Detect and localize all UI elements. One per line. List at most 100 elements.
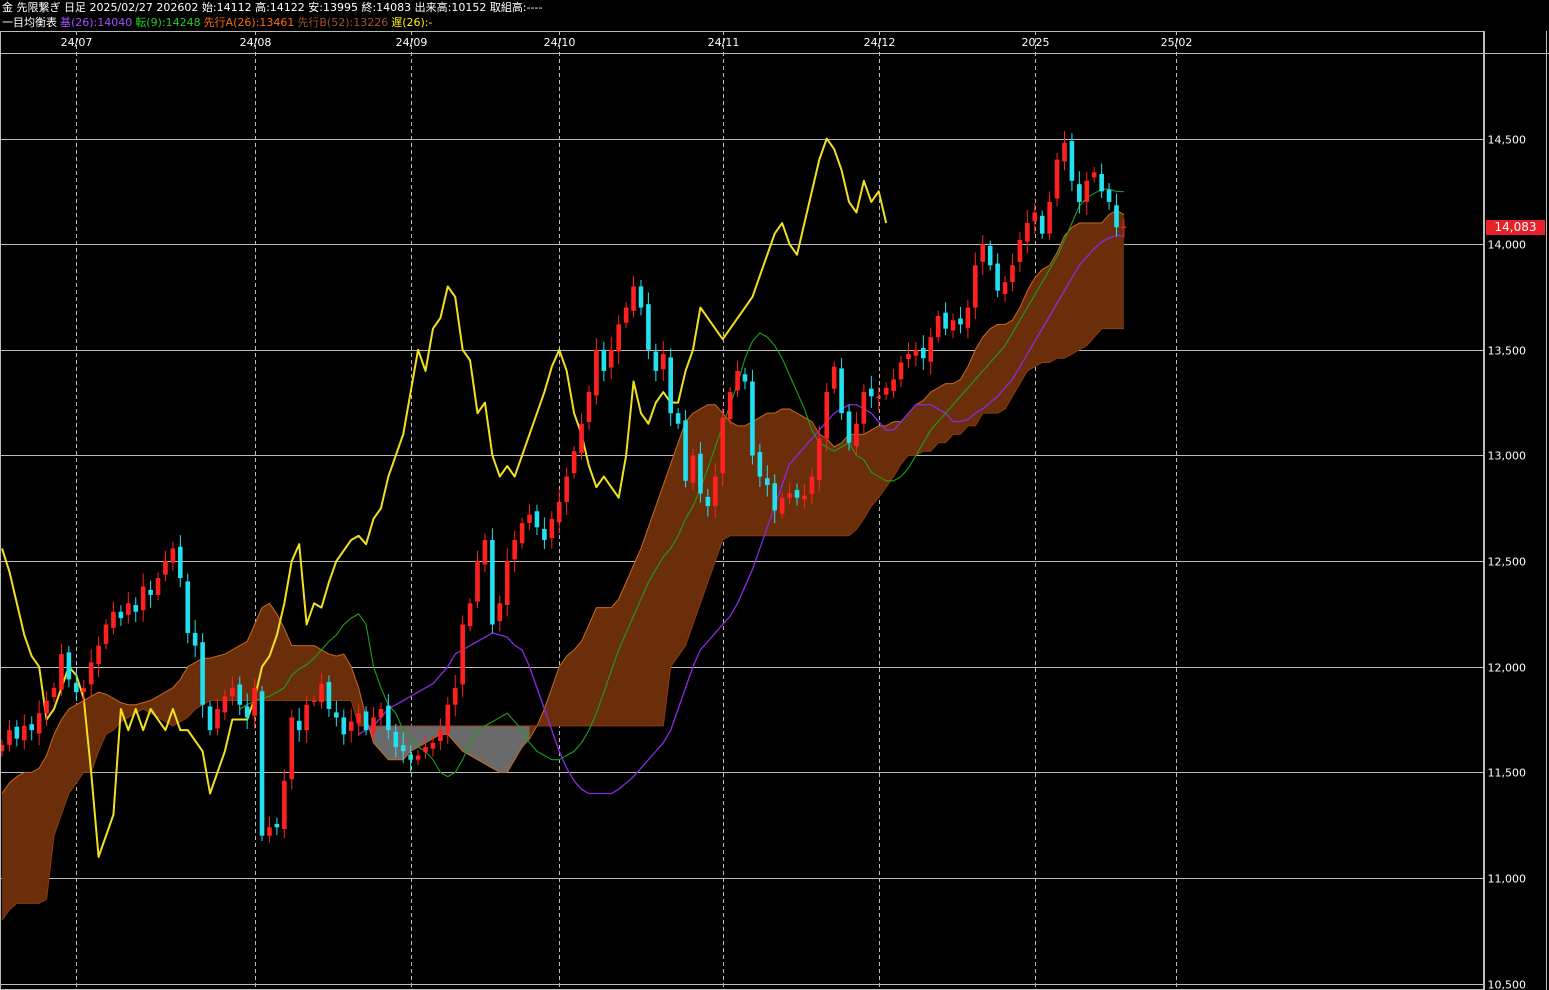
candle-down <box>542 528 547 540</box>
x-tick-label: 24/08 <box>240 36 272 49</box>
candle-up <box>497 603 503 622</box>
candle-down <box>846 411 852 443</box>
candle-up <box>1054 159 1060 199</box>
candle-up <box>430 742 436 749</box>
candle-down <box>244 706 250 718</box>
x-tick-label: 24/09 <box>396 36 428 49</box>
candle-up <box>735 370 740 391</box>
candle-up <box>1062 142 1067 162</box>
candle-down <box>839 368 844 414</box>
candle-up <box>438 730 443 742</box>
candle-down <box>341 717 347 735</box>
candle-down <box>638 286 644 308</box>
candle-up <box>423 747 428 753</box>
candle-down <box>490 539 495 625</box>
candle-down <box>1039 215 1045 234</box>
candle-up <box>415 755 421 760</box>
candle-up <box>854 423 859 447</box>
candle-up <box>556 501 562 523</box>
candle-up <box>802 495 807 500</box>
candle-down <box>675 413 681 424</box>
candle-up <box>623 307 629 323</box>
candle-up <box>1091 172 1097 178</box>
candle-up <box>504 561 510 606</box>
candle-up <box>519 523 525 544</box>
candle-up <box>824 392 830 439</box>
candle-down <box>757 452 763 477</box>
candle-up <box>371 717 376 734</box>
candle-up <box>861 392 867 424</box>
candle-up <box>96 645 101 665</box>
candle-down <box>869 388 874 397</box>
candle-up <box>965 307 971 328</box>
candle-down <box>192 632 198 646</box>
candle-down <box>296 720 302 731</box>
candle-up <box>1025 223 1030 242</box>
x-tick-label: 24/07 <box>61 36 93 49</box>
candle-up <box>467 603 473 627</box>
candle-down <box>408 754 413 760</box>
candle-up <box>215 708 220 729</box>
candle-down <box>601 349 607 371</box>
candle-up <box>779 497 785 514</box>
candle-up <box>690 455 696 483</box>
y-tick-label: 10,500 <box>1488 979 1527 990</box>
candle-up <box>631 286 636 311</box>
candle-up <box>81 687 87 693</box>
x-tick-label: 24/12 <box>864 36 896 49</box>
candle-down <box>14 726 20 739</box>
candle-down <box>334 712 339 718</box>
candle-up <box>928 337 934 362</box>
candle-down <box>705 496 711 507</box>
candle-up <box>564 476 569 502</box>
candle-up <box>527 514 532 524</box>
candle-up <box>950 320 956 331</box>
y-tick-label: 12,500 <box>1488 556 1527 569</box>
candle-up <box>1017 239 1023 262</box>
candle-up <box>980 244 986 262</box>
candle-up <box>787 493 792 498</box>
candle-up <box>282 780 287 829</box>
candle-up <box>727 392 733 420</box>
candle-down <box>1069 141 1075 181</box>
candle-down <box>200 642 205 705</box>
candle-up <box>1121 226 1127 229</box>
candle-up <box>163 561 168 575</box>
candle-down <box>987 245 993 266</box>
candle-up <box>126 603 131 615</box>
legend-kijun: 基(26):14040 <box>60 16 133 29</box>
legend-tenkan: 転(9):14248 <box>135 16 201 29</box>
candle-down <box>207 706 213 731</box>
candle-down <box>274 823 280 828</box>
ohlc-header: 金 先限繋ぎ 日足 2025/02/27 202602 始:14112 高:14… <box>2 1 543 14</box>
candle-down <box>1114 205 1119 228</box>
candle-up <box>1047 201 1052 234</box>
candle-up <box>21 725 27 741</box>
candle-down <box>326 681 332 709</box>
candle-up <box>594 349 599 396</box>
legend-chikou: 遅(26):- <box>391 16 433 29</box>
candle-down <box>1106 189 1112 202</box>
candle-up <box>319 683 324 703</box>
candle-down <box>118 611 124 619</box>
candle-up <box>289 717 295 780</box>
candle-up <box>482 539 488 565</box>
candle-up <box>1084 180 1090 202</box>
candle-up <box>1032 212 1038 222</box>
legend-ichimoku: 一目均衡表 <box>2 16 57 29</box>
candle-up <box>378 708 384 718</box>
candle-up <box>720 417 726 474</box>
candle-up <box>111 611 116 628</box>
y-tick-label: 11,000 <box>1488 873 1527 886</box>
candle-up <box>809 476 815 494</box>
candle-up <box>36 713 42 734</box>
candle-down <box>259 691 265 836</box>
y-tick-label: 14,000 <box>1488 239 1527 252</box>
candle-up <box>549 518 555 539</box>
candle-up <box>452 687 458 705</box>
candle-down <box>178 546 183 578</box>
candle-up <box>140 586 146 611</box>
candle-up <box>356 713 361 724</box>
candle-up <box>616 324 621 352</box>
y-tick-label: 13,000 <box>1488 450 1527 463</box>
